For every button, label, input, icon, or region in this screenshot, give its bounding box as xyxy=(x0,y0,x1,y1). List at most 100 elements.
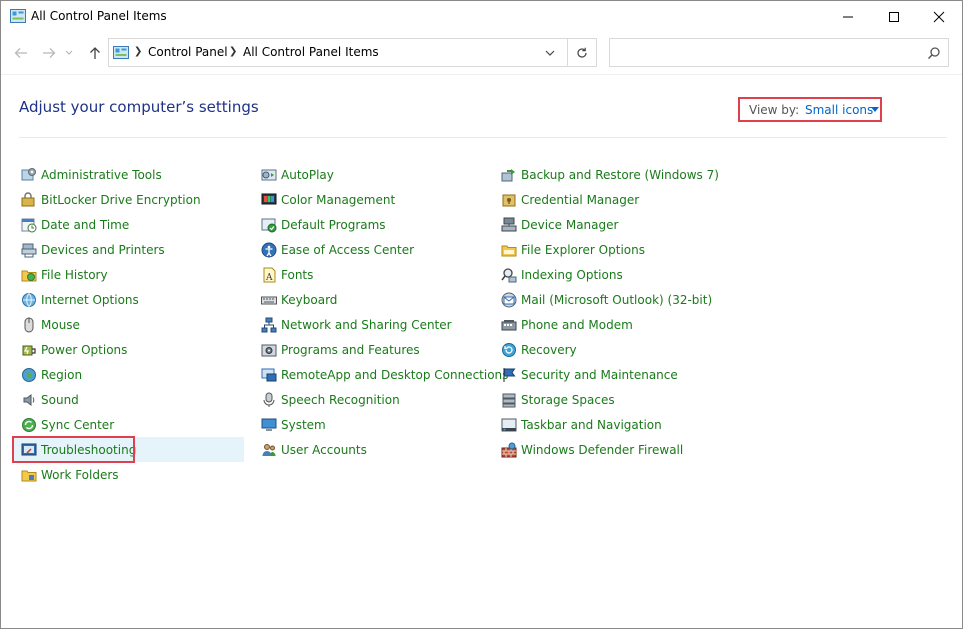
toolbar-divider xyxy=(1,74,962,75)
region-icon xyxy=(22,367,36,382)
control-panel-icon xyxy=(113,46,129,59)
item-label: Devices and Printers xyxy=(41,242,165,257)
administrative-tools-icon xyxy=(21,167,36,180)
item-label: Ease of Access Center xyxy=(281,242,415,257)
control-panel-item-ease-of-access-center[interactable]: Ease of Access Center xyxy=(258,237,414,262)
window-title: All Control Panel Items xyxy=(31,9,167,23)
troubleshooting-icon xyxy=(21,443,37,455)
control-panel-item-indexing-options[interactable]: Indexing Options xyxy=(498,262,623,287)
programs-features-icon xyxy=(261,344,277,356)
default-programs-icon xyxy=(261,218,277,232)
page-heading: Adjust your computer’s settings xyxy=(19,98,259,116)
control-panel-item-administrative-tools[interactable]: Administrative Tools xyxy=(18,162,162,187)
control-panel-item-mail-microsoft-outlook-32-bit[interactable]: Mail (Microsoft Outlook) (32-bit) xyxy=(498,287,712,312)
item-label: Mail (Microsoft Outlook) (32-bit) xyxy=(521,292,713,307)
sync-center-icon xyxy=(22,417,36,432)
control-panel-item-date-and-time[interactable]: Date and Time xyxy=(18,212,129,237)
color-management-icon xyxy=(261,193,277,204)
control-panel-item-recovery[interactable]: Recovery xyxy=(498,337,577,362)
item-label: Default Programs xyxy=(281,217,386,232)
control-panel-item-work-folders[interactable]: Work Folders xyxy=(18,462,119,487)
control-panel-item-keyboard[interactable]: Keyboard xyxy=(258,287,337,312)
firewall-icon xyxy=(501,442,517,457)
control-panel-window: All Control Panel Items ❯ Control Panel … xyxy=(0,0,963,629)
recent-locations-button[interactable] xyxy=(63,42,75,64)
item-label: Credential Manager xyxy=(521,192,640,207)
arrow-left-icon xyxy=(14,48,27,58)
control-panel-item-file-explorer-options[interactable]: File Explorer Options xyxy=(498,237,645,262)
caret-down-icon[interactable] xyxy=(871,107,879,112)
close-button[interactable] xyxy=(916,1,962,32)
heading-divider xyxy=(19,137,947,138)
forward-button[interactable] xyxy=(38,42,60,64)
item-label: Recovery xyxy=(521,342,577,357)
breadcrumb-control-panel[interactable]: Control Panel xyxy=(148,45,228,59)
control-panel-item-backup-and-restore-windows-7[interactable]: Backup and Restore (Windows 7) xyxy=(498,162,719,187)
view-by-selector[interactable]: View by: Small icons xyxy=(738,97,882,122)
control-panel-item-bitlocker-drive-encryption[interactable]: BitLocker Drive Encryption xyxy=(18,187,201,212)
control-panel-item-region[interactable]: Region xyxy=(18,362,82,387)
control-panel-item-system[interactable]: System xyxy=(258,412,326,437)
control-panel-item-speech-recognition[interactable]: Speech Recognition xyxy=(258,387,400,412)
arrow-up-icon xyxy=(90,47,100,59)
close-icon xyxy=(933,11,945,22)
ease-of-access-icon xyxy=(261,242,277,257)
breadcrumb-all-items[interactable]: All Control Panel Items xyxy=(243,45,379,59)
power-options-icon xyxy=(22,345,36,355)
svg-text:A: A xyxy=(265,273,273,283)
address-bar[interactable]: ❯ Control Panel ❯ All Control Panel Item… xyxy=(108,38,597,67)
up-button[interactable] xyxy=(84,42,106,64)
item-label: Mouse xyxy=(41,317,80,332)
control-panel-item-troubleshooting[interactable]: Troubleshooting xyxy=(12,437,244,462)
control-panel-item-storage-spaces[interactable]: Storage Spaces xyxy=(498,387,615,412)
control-panel-item-network-and-sharing-center[interactable]: Network and Sharing Center xyxy=(258,312,452,337)
control-panel-item-default-programs[interactable]: Default Programs xyxy=(258,212,386,237)
item-label: Work Folders xyxy=(41,467,119,482)
control-panel-item-autoplay[interactable]: AutoPlay xyxy=(258,162,334,187)
file-explorer-options-icon xyxy=(501,245,517,256)
control-panel-item-file-history[interactable]: File History xyxy=(18,262,108,287)
control-panel-item-power-options[interactable]: Power Options xyxy=(18,337,127,362)
control-panel-item-sync-center[interactable]: Sync Center xyxy=(18,412,114,437)
back-button[interactable] xyxy=(10,42,32,64)
control-panel-item-mouse[interactable]: Mouse xyxy=(18,312,80,337)
network-sharing-icon xyxy=(261,317,277,332)
control-panel-item-windows-defender-firewall[interactable]: Windows Defender Firewall xyxy=(498,437,683,462)
control-panel-item-devices-and-printers[interactable]: Devices and Printers xyxy=(18,237,165,262)
control-panel-item-security-and-maintenance[interactable]: Security and Maintenance xyxy=(498,362,678,387)
breadcrumb-separator-icon[interactable]: ❯ xyxy=(134,46,142,57)
control-panel-item-user-accounts[interactable]: User Accounts xyxy=(258,437,367,462)
address-history-button[interactable] xyxy=(536,39,564,66)
control-panel-item-phone-and-modem[interactable]: Phone and Modem xyxy=(498,312,633,337)
control-panel-item-taskbar-and-navigation[interactable]: Taskbar and Navigation xyxy=(498,412,662,437)
internet-options-icon xyxy=(22,292,36,307)
item-label: Backup and Restore (Windows 7) xyxy=(521,167,719,182)
view-by-dropdown[interactable]: Small icons xyxy=(805,103,873,117)
search-input[interactable] xyxy=(609,38,949,67)
minimize-button[interactable] xyxy=(825,1,871,32)
arrow-right-icon xyxy=(43,48,56,58)
control-panel-item-sound[interactable]: Sound xyxy=(18,387,79,412)
file-history-icon xyxy=(21,270,37,281)
device-manager-icon xyxy=(501,217,517,231)
maximize-button[interactable] xyxy=(871,1,917,32)
refresh-button[interactable] xyxy=(567,39,596,66)
control-panel-item-internet-options[interactable]: Internet Options xyxy=(18,287,139,312)
control-panel-item-device-manager[interactable]: Device Manager xyxy=(498,212,618,237)
control-panel-item-fonts[interactable]: A Fonts xyxy=(258,262,313,287)
control-panel-item-remoteapp-and-desktop-connections[interactable]: RemoteApp and Desktop Connections xyxy=(258,362,508,387)
item-label: AutoPlay xyxy=(281,167,334,182)
item-label: Power Options xyxy=(41,342,128,357)
chevron-down-icon xyxy=(65,50,73,55)
item-label: Keyboard xyxy=(281,292,338,307)
maximize-icon xyxy=(889,11,899,22)
system-icon xyxy=(261,418,277,431)
item-label: Color Management xyxy=(281,192,396,207)
control-panel-item-credential-manager[interactable]: Credential Manager xyxy=(498,187,639,212)
breadcrumb-separator-icon[interactable]: ❯ xyxy=(229,46,237,57)
mouse-icon xyxy=(24,317,34,332)
control-panel-item-programs-and-features[interactable]: Programs and Features xyxy=(258,337,420,362)
control-panel-item-color-management[interactable]: Color Management xyxy=(258,187,395,212)
navigation-bar: ❯ Control Panel ❯ All Control Panel Item… xyxy=(1,34,962,72)
mail-icon xyxy=(501,292,517,307)
